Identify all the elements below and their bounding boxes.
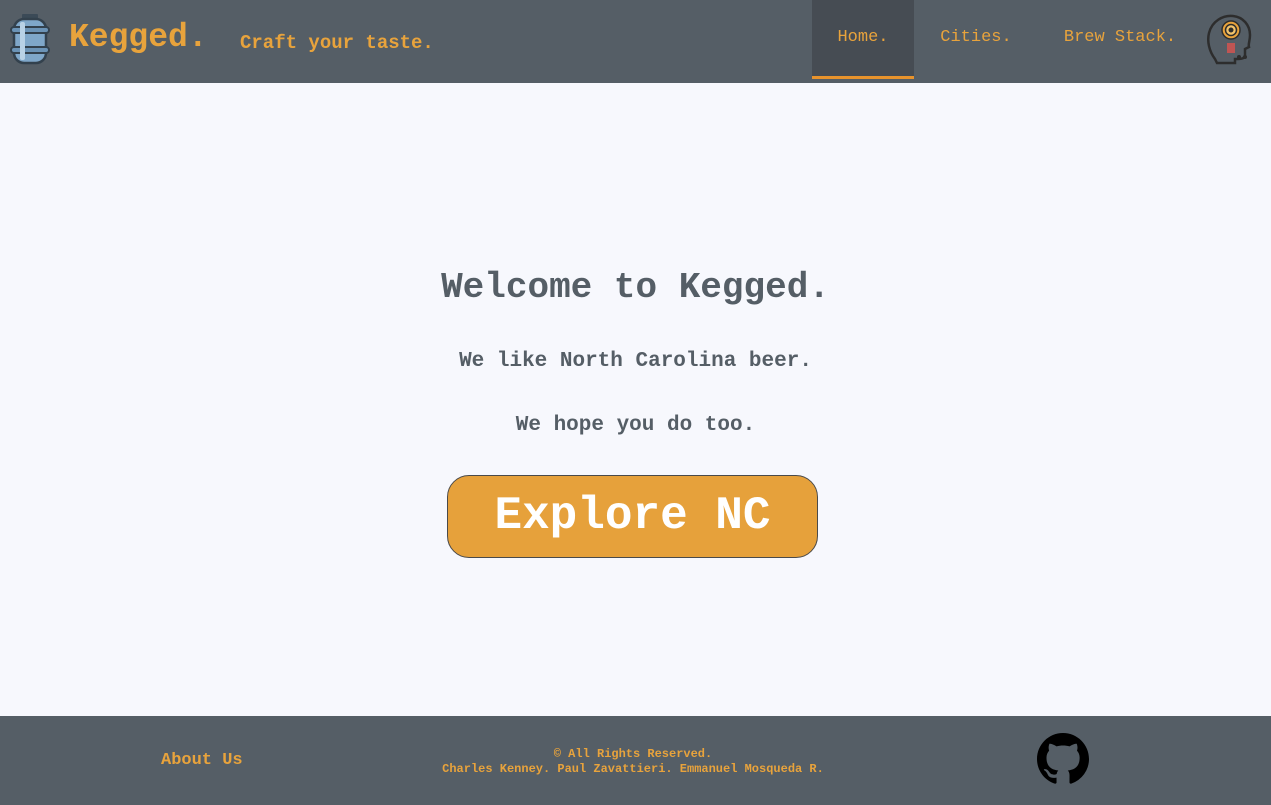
brand-tagline: Craft your taste. [240, 32, 434, 54]
github-icon[interactable] [1037, 733, 1089, 785]
nav-cities[interactable]: Cities. [926, 0, 1026, 76]
keg-icon[interactable] [8, 13, 52, 65]
hero-subtitle-2: We hope you do too. [515, 414, 756, 437]
nav-home[interactable]: Home. [812, 0, 914, 79]
footer: About Us © All Rights Reserved. Charles … [0, 716, 1271, 805]
explore-nc-button[interactable]: Explore NC [447, 475, 818, 558]
nav-brew-stack[interactable]: Brew Stack. [1050, 0, 1190, 76]
about-us-link[interactable]: About Us [161, 750, 243, 772]
hero-subtitle-1: We like North Carolina beer. [459, 350, 812, 373]
navbar: Kegged. Craft your taste. Home. Cities. … [0, 0, 1271, 83]
head-target-icon[interactable] [1205, 13, 1253, 65]
hero-title: Welcome to Kegged. [441, 267, 830, 308]
authors-text: Charles Kenney. Paul Zavattieri. Emmanue… [442, 762, 824, 776]
copyright-text: © All Rights Reserved. [553, 747, 713, 761]
brand-title[interactable]: Kegged. [69, 16, 208, 60]
